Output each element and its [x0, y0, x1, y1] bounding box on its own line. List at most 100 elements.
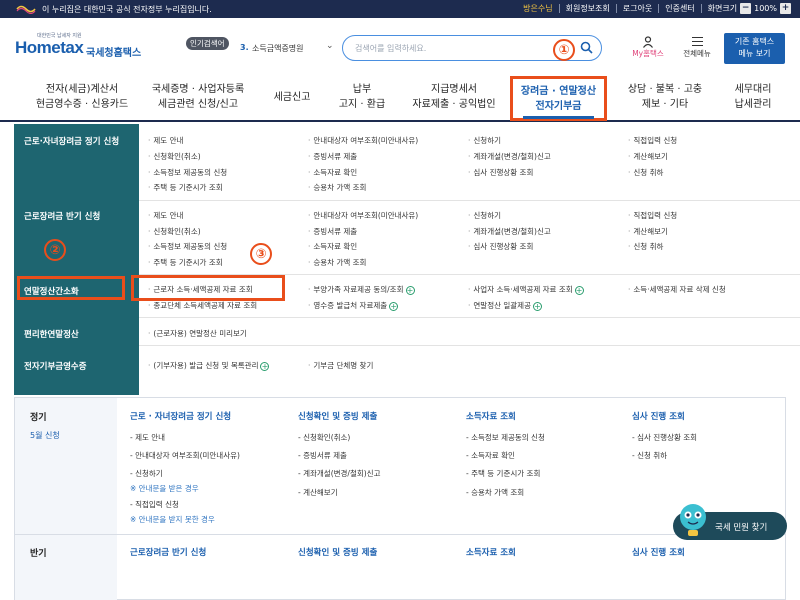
menu-section-title[interactable]: 편리한연말정산: [14, 328, 139, 340]
nav-label: 납세관리: [734, 99, 772, 110]
lower-link[interactable]: - 신청확인(취소): [298, 432, 350, 443]
nav-invoice[interactable]: 전자(세금)계산서 현금영수증 · 신용카드: [22, 82, 142, 112]
menu-section-title[interactable]: 전자기부금영수증: [14, 360, 139, 372]
lower-link-label: 신청 취하: [637, 451, 668, 460]
expand-plus-icon[interactable]: +: [574, 285, 584, 295]
menu-link[interactable]: 소득·세액공제 자료 삭제 신청: [628, 284, 725, 295]
period-regular-label: 정기: [30, 413, 47, 423]
annotation-marker-1: ①: [553, 39, 575, 61]
menu-link[interactable]: 종교단체 소득세액공제 자료 조회: [148, 300, 257, 311]
lower-link[interactable]: - 안내대상자 여부조회(미안내사유): [130, 450, 240, 461]
menu-link[interactable]: 계좌개설(변경/철회)신고: [468, 151, 550, 162]
all-menu-button[interactable]: 전체메뉴: [677, 36, 717, 64]
nav-tax-agent[interactable]: 세무대리 납세관리: [728, 82, 778, 112]
nav-label: 전자(세금)계산서: [45, 84, 119, 95]
menu-link[interactable]: 주택 등 기준시가 조회: [148, 182, 222, 193]
popular-keywords[interactable]: 인기검색어 3. 소득금액증명원 ⌄: [186, 37, 344, 57]
menu-link[interactable]: 주택 등 기준시가 조회: [148, 257, 222, 268]
menu-link[interactable]: 심사 진행상황 조회: [468, 241, 533, 252]
menu-link[interactable]: (근로자용) 연말정산 미리보기: [148, 328, 246, 339]
hometax-logo[interactable]: 대한민국 납세자 지원 Hometax 국세청홈택스: [15, 32, 145, 62]
nav-payment-statement[interactable]: 지급명세서 자료제출 · 공익법인: [410, 82, 498, 112]
expand-plus-icon[interactable]: +: [405, 285, 415, 295]
menu-link[interactable]: 안내대상자 여부조회(미안내사유): [308, 135, 418, 146]
chevron-down-icon[interactable]: ⌄: [326, 41, 334, 51]
menu-link[interactable]: 승용차 가액 조회: [308, 182, 366, 193]
menu-link[interactable]: 신청확인(취소): [148, 151, 200, 162]
member-info-link[interactable]: 회원정보조회: [566, 3, 610, 14]
menu-link[interactable]: 심사 진행상황 조회: [468, 167, 533, 178]
nav-certificate[interactable]: 국세증명 · 사업자등록 세금관련 신청/신고: [148, 82, 248, 112]
menu-link[interactable]: 제도 안내: [148, 135, 183, 146]
menu-link[interactable]: 제도 안내: [148, 210, 183, 221]
legacy-menu-button[interactable]: 기존 홈택스 메뉴 보기: [724, 33, 785, 64]
lower-link[interactable]: - 신청 취하: [632, 450, 667, 461]
menu-link[interactable]: 계산해보기: [628, 151, 668, 162]
nav-label: 세금관련 신청/신고: [157, 99, 239, 110]
gov-banner-text: 이 누리집은 대한민국 공식 전자정부 누리집입니다.: [42, 5, 212, 14]
nav-tax-return[interactable]: 세금신고: [266, 90, 318, 105]
auth-center-link[interactable]: 인증센터: [665, 3, 694, 14]
lower-link[interactable]: - 소득정보 제공동의 신청: [466, 432, 545, 443]
user-icon: [643, 36, 653, 48]
lower-link[interactable]: - 계산해보기: [298, 487, 338, 498]
lower-link[interactable]: - 직접입력 신청: [130, 499, 179, 510]
lower-note: ※ 안내문을 받지 못한 경우: [130, 515, 215, 524]
menu-link[interactable]: 증빙서류 제출: [308, 151, 357, 162]
lower-link[interactable]: - 승용차 가액 조회: [466, 487, 524, 498]
expand-plus-icon[interactable]: +: [389, 301, 399, 311]
menu-link-label: 부양가족 자료제공 동의/조회: [313, 285, 404, 294]
menu-link[interactable]: 소득자료 확인: [308, 167, 357, 178]
menu-link[interactable]: 직접입력 신청: [628, 135, 677, 146]
menu-link-label: (기부자용) 발급 신청 및 목록관리: [153, 361, 259, 370]
menu-link[interactable]: 소득자료 확인: [308, 241, 357, 252]
menu-link[interactable]: 승용차 가액 조회: [308, 257, 366, 268]
menu-link[interactable]: 직접입력 신청: [628, 210, 677, 221]
expand-plus-icon[interactable]: +: [532, 301, 542, 311]
menu-section-title[interactable]: 근로·자녀장려금 정기 신청: [14, 135, 139, 147]
menu-category-column: [14, 124, 139, 395]
lower-link[interactable]: - 제도 안내: [130, 432, 165, 443]
menu-link[interactable]: 기부금 단체명 찾기: [308, 360, 373, 371]
lower-link[interactable]: - 주택 등 기준시가 조회: [466, 468, 540, 479]
lower-link[interactable]: - 소득자료 확인: [466, 450, 515, 461]
logout-link[interactable]: 로그아웃: [623, 3, 652, 14]
chatbot-button[interactable]: 국세 민원 찾기: [673, 504, 787, 540]
menu-link[interactable]: 소득정보 제공동의 신청: [148, 167, 227, 178]
gov-emblem-icon: [16, 5, 36, 14]
lower-link-label: 직접입력 신청: [135, 500, 179, 509]
my-hometax-button[interactable]: My홈택스: [627, 36, 669, 64]
menu-link[interactable]: 계산해보기: [628, 226, 668, 237]
menu-link[interactable]: 부양가족 자료제공 동의/조회+: [308, 284, 415, 295]
lower-link[interactable]: - 증빙서류 제출: [298, 450, 347, 461]
menu-link[interactable]: 소득정보 제공동의 신청: [148, 241, 227, 252]
nav-label: 제보 · 기타: [641, 99, 689, 110]
nav-consult[interactable]: 상담 · 불복 · 고충 제보 · 기타: [620, 82, 710, 112]
menu-link[interactable]: 신청하기: [468, 135, 501, 146]
menu-link[interactable]: 사업자 소득·세액공제 자료 조회+: [468, 284, 584, 295]
lower-link-label: 신청하기: [135, 469, 163, 478]
menu-link[interactable]: 신청 취하: [628, 241, 663, 252]
nav-payment[interactable]: 납부 고지 · 환급: [330, 82, 394, 112]
menu-link[interactable]: 계좌개설(변경/철회)신고: [468, 226, 550, 237]
legacy-menu-line2: 메뉴 보기: [738, 49, 771, 58]
popular-keyword[interactable]: 소득금액증명원: [252, 43, 304, 54]
menu-section-title[interactable]: 근로장려금 반기 신청: [14, 210, 139, 222]
expand-plus-icon[interactable]: +: [260, 361, 270, 371]
zoom-out-button[interactable]: −: [740, 3, 752, 14]
menu-link[interactable]: 연말정산 일괄제공+: [468, 300, 542, 311]
menu-link[interactable]: (기부자용) 발급 신청 및 목록관리+: [148, 360, 270, 371]
lower-link[interactable]: - 계좌개설(변경/철회)신고: [298, 468, 380, 479]
menu-link[interactable]: 신청확인(취소): [148, 226, 200, 237]
menu-link[interactable]: 신청 취하: [628, 167, 663, 178]
lower-link[interactable]: - 심사 진행상황 조회: [632, 432, 697, 443]
menu-link[interactable]: 증빙서류 제출: [308, 226, 357, 237]
menu-link[interactable]: 안내대상자 여부조회(미안내사유): [308, 210, 418, 221]
zoom-in-button[interactable]: +: [780, 3, 791, 14]
menu-link[interactable]: 영수증 발급처 자료제출+: [308, 300, 399, 311]
nav-incentive-yearend[interactable]: 장려금 · 연말정산 전자기부금: [510, 76, 607, 121]
menu-link[interactable]: 신청하기: [468, 210, 501, 221]
search-icon[interactable]: [580, 41, 593, 54]
menu-link-label: 사업자 소득·세액공제 자료 조회: [473, 285, 573, 294]
lower-link[interactable]: - 신청하기: [130, 468, 163, 479]
